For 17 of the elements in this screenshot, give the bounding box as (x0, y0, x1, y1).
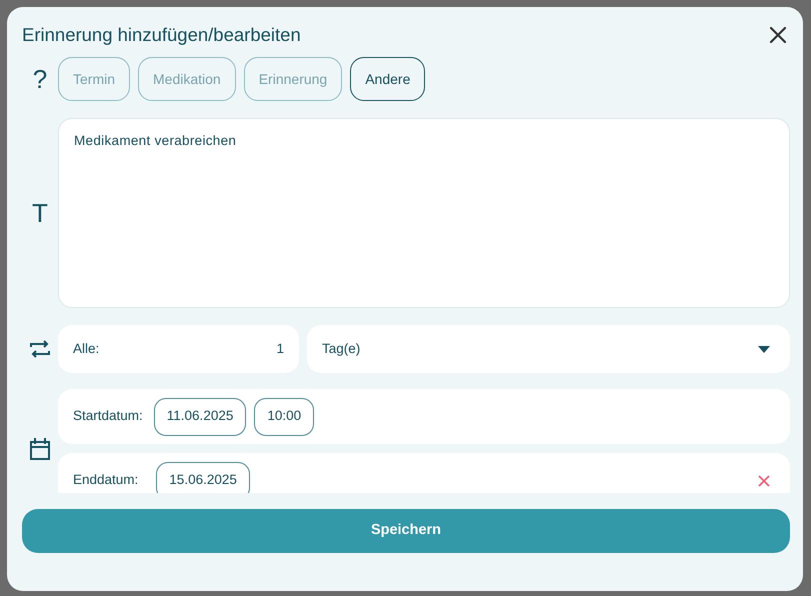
interval-field[interactable]: Alle: 1 (58, 325, 299, 373)
dialog-title: Erinnerung hinzufügen/bearbeiten (22, 24, 301, 46)
type-tab[interactable]: Andere (350, 57, 426, 101)
unit-dropdown[interactable]: Tag(e) (307, 325, 790, 373)
text-icon: T (32, 200, 48, 226)
end-date-label: Enddatum: (73, 471, 138, 490)
calendar-icon (29, 436, 51, 460)
time-field[interactable]: 10:00 (254, 398, 314, 436)
interval-label: Alle: (73, 340, 100, 358)
clear-icon[interactable] (758, 474, 770, 486)
date-field[interactable]: 11.06.2025 (154, 398, 246, 436)
date-field[interactable]: 15.06.2025 (156, 462, 250, 493)
caret-icon (758, 346, 770, 352)
text-field[interactable]: Medikament verabreichen (58, 118, 790, 308)
start-date-label: Startdatum: (73, 407, 143, 426)
interval-value: 1 (276, 340, 284, 358)
question-icon: ? (32, 66, 48, 92)
